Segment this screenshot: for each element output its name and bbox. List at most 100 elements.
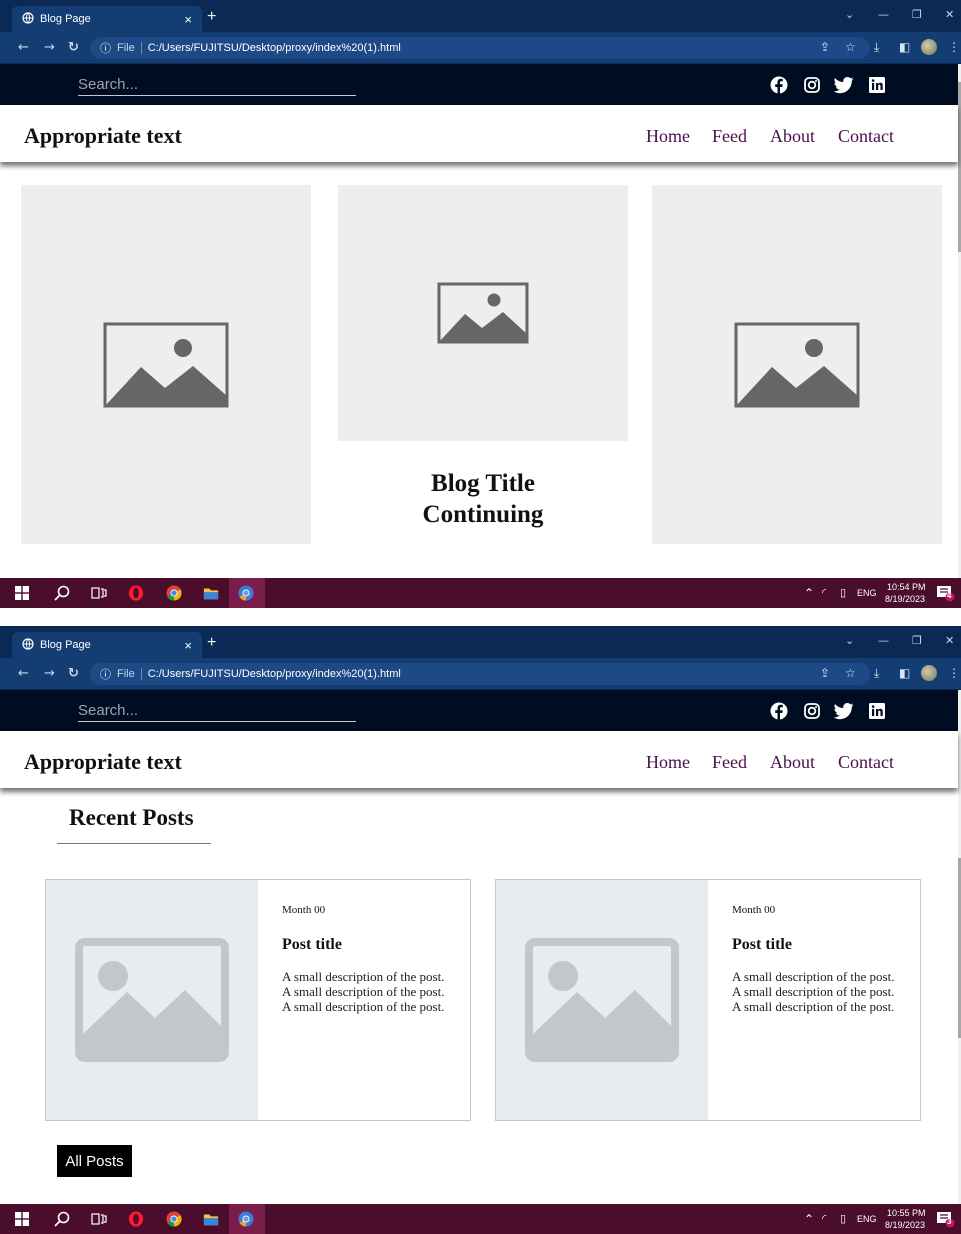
file-label: File — [117, 668, 142, 680]
wifi-icon[interactable]: ◜ — [822, 586, 826, 599]
clock-date[interactable]: 8/19/2023 — [885, 594, 925, 604]
search-input[interactable] — [78, 74, 356, 96]
image-placeholder-icon — [437, 282, 529, 344]
task-view-icon[interactable] — [91, 585, 107, 601]
windows-icon[interactable] — [14, 585, 30, 601]
linkedin-icon[interactable] — [867, 75, 887, 95]
reload-icon[interactable]: ↻ — [68, 40, 79, 55]
reload-icon[interactable]: ↻ — [68, 666, 79, 681]
blog-title[interactable]: Blog Title Continuing — [338, 468, 628, 530]
restore-icon[interactable]: ❐ — [912, 8, 922, 21]
file-explorer-icon[interactable] — [203, 585, 219, 601]
browser-tab[interactable]: Blog Page × — [12, 6, 202, 32]
clock-date[interactable]: 8/19/2023 — [885, 1220, 925, 1230]
battery-icon[interactable]: ▯ — [840, 586, 846, 599]
tray-chevron-icon[interactable]: ⌃ — [804, 586, 814, 600]
chrome-canary-icon[interactable] — [238, 585, 254, 601]
share-icon[interactable]: ⇪ — [820, 40, 830, 54]
notifications-icon[interactable]: 4 — [937, 586, 955, 602]
twitter-icon[interactable] — [834, 701, 854, 721]
clock-time[interactable]: 10:54 PM — [887, 582, 926, 592]
file-explorer-icon[interactable] — [203, 1211, 219, 1227]
nav-link-home[interactable]: Home — [646, 752, 690, 773]
nav-link-contact[interactable]: Contact — [838, 752, 894, 773]
minimize-icon[interactable]: — — [878, 634, 889, 647]
back-icon[interactable]: ← — [18, 40, 29, 55]
nav-link-home[interactable]: Home — [646, 126, 690, 147]
download-icon[interactable]: ⤓ — [874, 40, 879, 55]
bookmark-star-icon[interactable]: ☆ — [845, 40, 856, 54]
all-posts-button[interactable]: All Posts — [57, 1145, 132, 1177]
chevron-down-icon[interactable]: ⌄ — [845, 634, 854, 647]
tray-chevron-icon[interactable]: ⌃ — [804, 1212, 814, 1226]
nav-link-contact[interactable]: Contact — [838, 126, 894, 147]
nav-link-about[interactable]: About — [770, 752, 815, 773]
minimize-icon[interactable]: — — [878, 8, 889, 21]
hero-card-center[interactable] — [338, 185, 628, 441]
windows-taskbar: ⌃ ◜ ▯ ENG 10:55 PM 8/19/2023 3 — [0, 1204, 961, 1234]
wifi-icon[interactable]: ◜ — [822, 1212, 826, 1225]
opera-icon[interactable] — [128, 1211, 144, 1227]
facebook-icon[interactable] — [769, 701, 789, 721]
url-bar[interactable]: ⓘ File C:/Users/FUJITSU/Desktop/proxy/in… — [90, 663, 870, 685]
clock-time[interactable]: 10:55 PM — [887, 1208, 926, 1218]
menu-kebab-icon[interactable]: ⋮ — [948, 666, 960, 680]
info-icon: ⓘ — [100, 669, 111, 681]
post-title[interactable]: Post title — [732, 936, 792, 954]
new-tab-button[interactable]: + — [207, 8, 216, 26]
post-description: A small description of the post. A small… — [732, 969, 895, 1014]
search-input[interactable] — [78, 700, 356, 722]
tab-close-icon[interactable]: × — [184, 638, 192, 653]
task-view-icon[interactable] — [91, 1211, 107, 1227]
post-title[interactable]: Post title — [282, 936, 342, 954]
screenshot-hero: Blog Page × + ⌄ — ❐ ✕ ← → ↻ ⓘ File C:/Us… — [0, 0, 961, 608]
close-icon[interactable]: ✕ — [945, 8, 954, 21]
download-icon[interactable]: ⤓ — [874, 666, 879, 681]
restore-icon[interactable]: ❐ — [912, 634, 922, 647]
instagram-icon[interactable] — [802, 75, 822, 95]
side-panel-icon[interactable]: ◧ — [899, 666, 910, 680]
instagram-icon[interactable] — [802, 701, 822, 721]
hero-card-left[interactable] — [21, 185, 311, 544]
search-icon[interactable] — [54, 1211, 70, 1227]
globe-icon — [22, 11, 34, 27]
back-icon[interactable]: ← — [18, 666, 29, 681]
chrome-icon[interactable] — [166, 1211, 182, 1227]
heading-underline — [57, 843, 211, 844]
post-card[interactable]: Month 00 Post title A small description … — [495, 879, 921, 1121]
nav-link-feed[interactable]: Feed — [712, 126, 747, 147]
linkedin-icon[interactable] — [867, 701, 887, 721]
nav-link-about[interactable]: About — [770, 126, 815, 147]
menu-kebab-icon[interactable]: ⋮ — [948, 40, 960, 54]
language-indicator[interactable]: ENG — [857, 1214, 877, 1224]
twitter-icon[interactable] — [834, 75, 854, 95]
url-bar[interactable]: ⓘ File C:/Users/FUJITSU/Desktop/proxy/in… — [90, 37, 870, 59]
browser-tab[interactable]: Blog Page × — [12, 632, 202, 658]
forward-icon[interactable]: → — [44, 40, 55, 55]
screenshot-separator — [0, 608, 961, 626]
profile-avatar[interactable] — [921, 39, 937, 55]
share-icon[interactable]: ⇪ — [820, 666, 830, 680]
search-icon[interactable] — [54, 585, 70, 601]
bookmark-star-icon[interactable]: ☆ — [845, 666, 856, 680]
hero-card-right[interactable] — [652, 185, 942, 544]
image-placeholder-icon — [103, 322, 229, 407]
info-icon: ⓘ — [100, 43, 111, 55]
chrome-canary-icon[interactable] — [238, 1211, 254, 1227]
opera-icon[interactable] — [128, 585, 144, 601]
windows-icon[interactable] — [14, 1211, 30, 1227]
post-card[interactable]: Month 00 Post title A small description … — [45, 879, 471, 1121]
profile-avatar[interactable] — [921, 665, 937, 681]
new-tab-button[interactable]: + — [207, 634, 216, 652]
chevron-down-icon[interactable]: ⌄ — [845, 8, 854, 21]
close-icon[interactable]: ✕ — [945, 634, 954, 647]
battery-icon[interactable]: ▯ — [840, 1212, 846, 1225]
facebook-icon[interactable] — [769, 75, 789, 95]
nav-link-feed[interactable]: Feed — [712, 752, 747, 773]
chrome-icon[interactable] — [166, 585, 182, 601]
notifications-icon[interactable]: 3 — [937, 1212, 955, 1228]
forward-icon[interactable]: → — [44, 666, 55, 681]
language-indicator[interactable]: ENG — [857, 588, 877, 598]
side-panel-icon[interactable]: ◧ — [899, 40, 910, 54]
tab-close-icon[interactable]: × — [184, 12, 192, 27]
